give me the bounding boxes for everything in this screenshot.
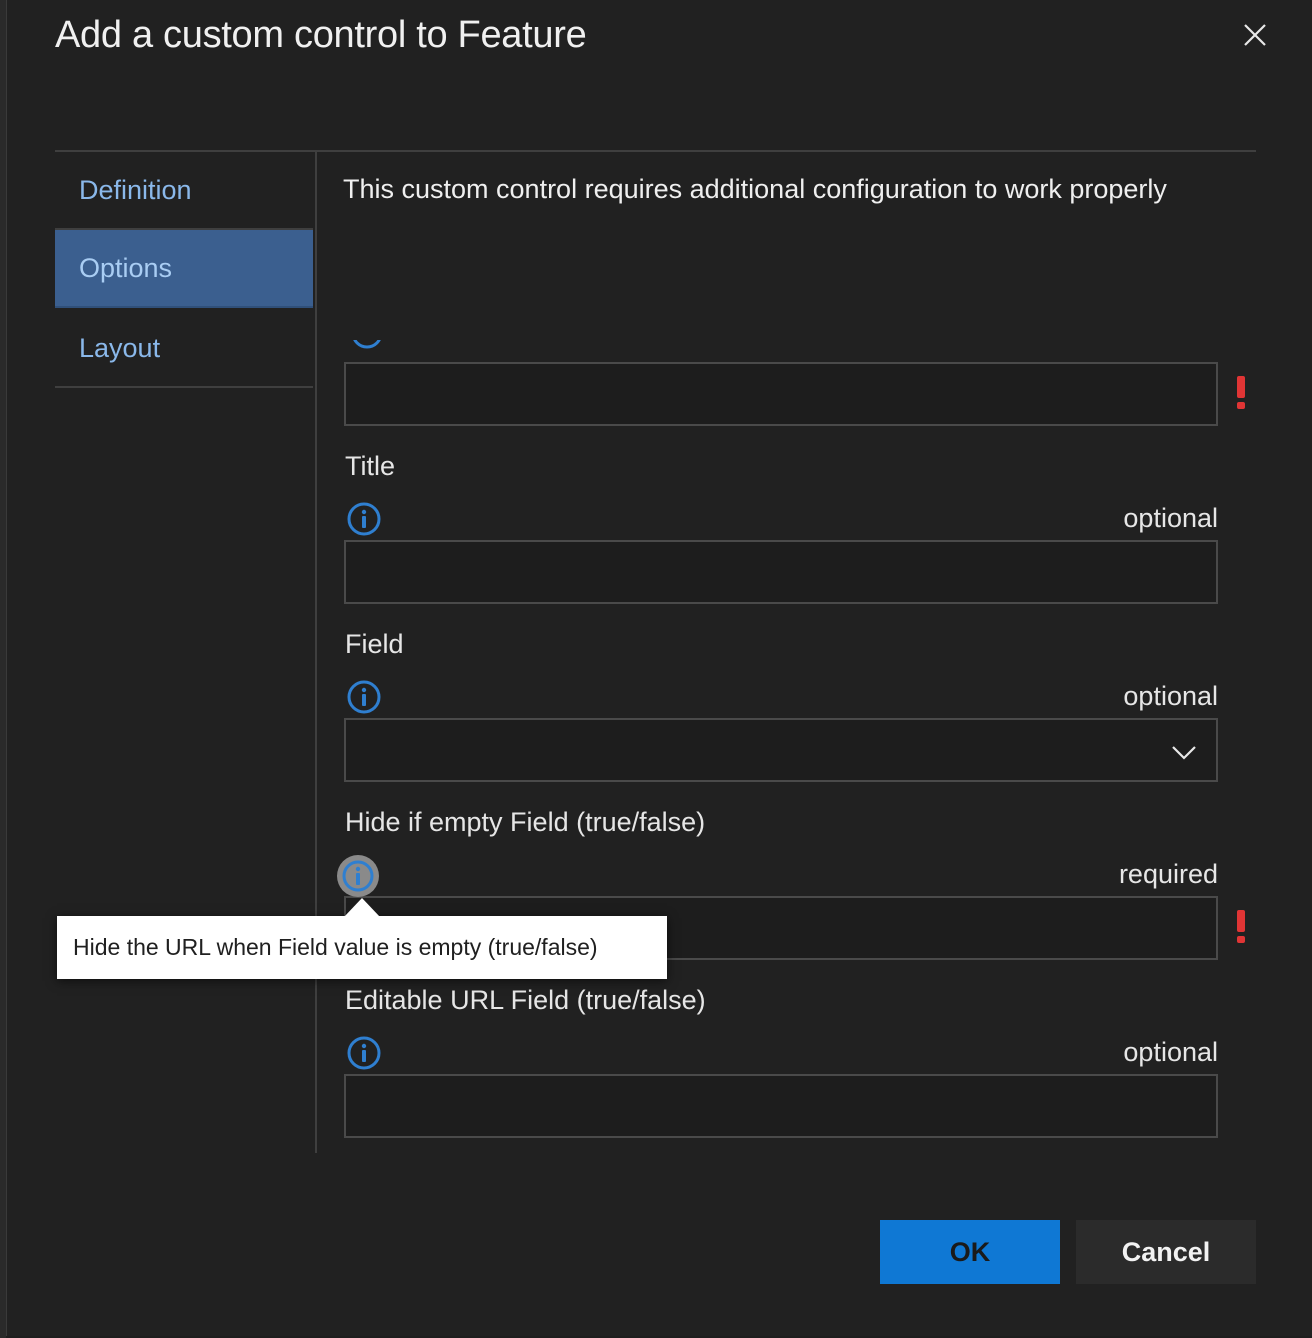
tooltip-text: Hide the URL when Field value is empty (… — [73, 934, 598, 960]
chevron-down-icon — [1170, 738, 1198, 766]
info-icon[interactable] — [350, 340, 384, 350]
config-notice: This custom control requires additional … — [343, 174, 1167, 204]
tooltip: Hide the URL when Field value is empty (… — [57, 916, 667, 979]
info-icon[interactable] — [346, 501, 382, 537]
tab-list: Definition Options Layout — [55, 150, 317, 1153]
field-qualifier: optional — [1123, 1037, 1218, 1067]
tab-options[interactable]: Options — [55, 230, 313, 308]
dialog-title: Add a custom control to Feature — [55, 14, 587, 56]
tooltip-arrow — [344, 898, 380, 917]
tab-label: Layout — [79, 332, 161, 363]
scrolled-field-input[interactable] — [344, 362, 1218, 426]
field-label-field: Field — [345, 629, 404, 659]
info-icon-hovered[interactable] — [337, 855, 379, 897]
field-label-hide-if-empty: Hide if empty Field (true/false) — [345, 807, 706, 837]
info-icon[interactable] — [346, 1035, 382, 1071]
cancel-button[interactable]: Cancel — [1076, 1220, 1256, 1284]
custom-control-dialog: Add a custom control to Feature Definiti… — [6, 0, 1312, 1336]
error-icon — [1234, 376, 1248, 410]
options-panel: This custom control requires additional … — [315, 152, 1275, 1152]
error-icon — [1234, 910, 1248, 944]
page: Add a custom control to Feature Definiti… — [0, 0, 1312, 1338]
tab-definition[interactable]: Definition — [55, 152, 313, 230]
field-qualifier: optional — [1123, 503, 1218, 533]
info-icon[interactable] — [346, 679, 382, 715]
tab-layout[interactable]: Layout — [55, 310, 313, 388]
field-select[interactable] — [344, 718, 1218, 782]
title-input[interactable] — [344, 540, 1218, 604]
tab-label: Definition — [79, 174, 192, 205]
field-qualifier: optional — [1123, 681, 1218, 711]
editable-url-input[interactable] — [344, 1074, 1218, 1138]
tab-label: Options — [79, 252, 173, 283]
field-label-title: Title — [345, 451, 396, 481]
field-label-editable-url: Editable URL Field (true/false) — [345, 985, 706, 1015]
field-qualifier: required — [1118, 859, 1218, 889]
close-icon[interactable] — [1238, 18, 1272, 52]
ok-button[interactable]: OK — [880, 1220, 1060, 1284]
